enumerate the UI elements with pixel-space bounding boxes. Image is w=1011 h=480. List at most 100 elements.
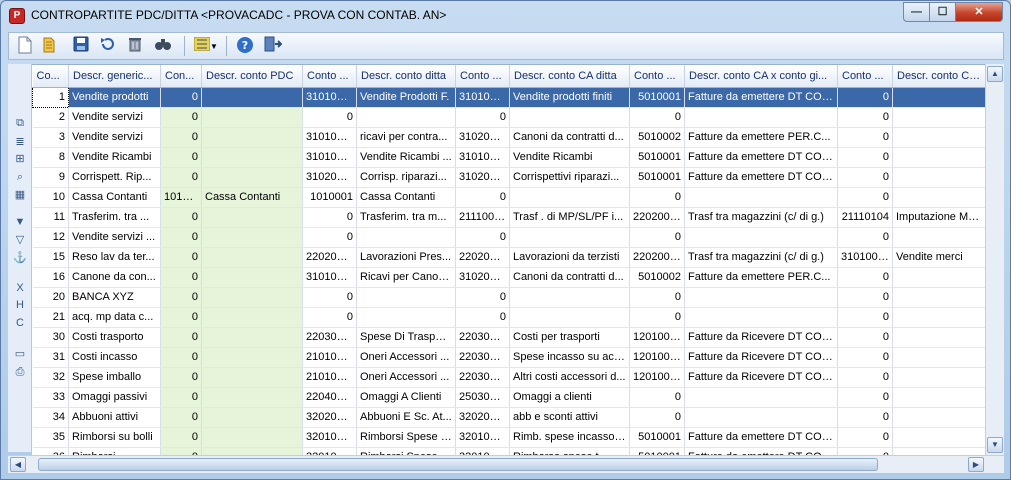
table-cell[interactable]: Trasferim. tra m... <box>356 207 456 228</box>
table-cell[interactable] <box>201 287 303 308</box>
table-cell[interactable] <box>356 287 456 308</box>
table-cell[interactable]: 31 <box>32 347 69 368</box>
close-button[interactable]: ✕ <box>956 2 1003 22</box>
exit-icon[interactable] <box>262 36 284 58</box>
table-cell[interactable]: 12010001 <box>629 347 685 368</box>
table-row[interactable]: 21 acq. mp data c... 0 0 0 0 0 <box>32 307 985 328</box>
zoom-icon[interactable]: ⌕ <box>12 170 28 184</box>
table-cell[interactable] <box>684 407 838 428</box>
undo-icon[interactable] <box>96 36 118 58</box>
table-cell[interactable]: 22030007 <box>455 367 510 388</box>
table-cell[interactable]: Trasf . di MP/SL/PF i... <box>509 207 630 228</box>
table-row[interactable]: 12 Vendite servizi ... 0 0 0 0 0 <box>32 227 985 248</box>
table-cell[interactable] <box>892 267 985 288</box>
table-cell[interactable]: 1 <box>32 86 69 108</box>
column-header[interactable]: Conto ... <box>629 65 685 88</box>
table-cell[interactable]: Trasf tra magazzini (c/ di g.) <box>684 247 838 268</box>
table-cell[interactable]: 12 <box>32 227 69 248</box>
table-cell[interactable] <box>892 227 985 248</box>
data-grid[interactable]: Co... Descr. generic... Con... Descr. conto… <box>32 64 985 455</box>
table-cell[interactable]: Spese Di Trasporto <box>356 327 456 348</box>
table-cell[interactable]: 0 <box>160 327 202 348</box>
table-cell[interactable] <box>684 107 838 128</box>
filter-clear-icon[interactable]: ▽ <box>12 233 28 247</box>
table-cell[interactable]: Rimborsi Spese T... <box>356 447 456 455</box>
table-row[interactable]: 15 Reso lav da ter... 0 22020001 Lavorazioni… <box>32 247 985 268</box>
table-cell[interactable]: Rimb. spese incasso ... <box>509 427 630 448</box>
table-cell[interactable]: 0 <box>837 87 893 108</box>
table-cell[interactable]: 12010001 <box>629 367 685 388</box>
table-cell[interactable] <box>892 327 985 348</box>
table-cell[interactable]: 31010003 <box>302 127 357 148</box>
table-cell[interactable]: 31010002 <box>837 247 893 268</box>
new-document-icon[interactable] <box>14 36 36 58</box>
table-cell[interactable]: 8 <box>32 147 69 168</box>
table-cell[interactable]: 0 <box>629 387 685 408</box>
table-cell[interactable]: Trasferim. tra ... <box>68 207 161 228</box>
table-cell[interactable]: Oneri Accessori ... <box>356 347 456 368</box>
table-cell[interactable] <box>201 427 303 448</box>
table-cell[interactable]: Vendite servizi ... <box>68 227 161 248</box>
table-cell[interactable]: Fatture da Ricevere DT COMP <box>684 347 838 368</box>
table-cell[interactable] <box>892 407 985 428</box>
table-cell[interactable]: 0 <box>629 107 685 128</box>
table-cell[interactable]: 0 <box>160 107 202 128</box>
table-cell[interactable] <box>684 287 838 308</box>
table-cell[interactable]: 0 <box>837 307 893 328</box>
table-cell[interactable]: 34 <box>32 407 69 428</box>
table-cell[interactable]: 22020082 <box>629 247 685 268</box>
table-cell[interactable]: Vendite prodotti <box>68 87 161 108</box>
table-cell[interactable]: 31010002 <box>302 147 357 168</box>
find-icon[interactable] <box>152 36 174 58</box>
table-cell[interactable]: Lavorazioni da terzisti <box>509 247 630 268</box>
table-cell[interactable]: 0 <box>160 87 202 108</box>
table-cell[interactable]: 0 <box>837 367 893 388</box>
insert-icon[interactable]: ⊞ <box>12 152 28 166</box>
table-cell[interactable]: Corrispettivi riparazi... <box>509 167 630 188</box>
table-cell[interactable]: Reso lav da ter... <box>68 247 161 268</box>
table-cell[interactable]: 0 <box>302 107 357 128</box>
table-row[interactable]: 1 Vendite prodotti 0 31010001 Vendite Prodot… <box>32 86 985 108</box>
table-cell[interactable] <box>684 307 838 328</box>
table-cell[interactable] <box>892 427 985 448</box>
table-cell[interactable]: 5010001 <box>629 147 685 168</box>
table-cell[interactable]: 31020003 <box>302 167 357 188</box>
table-cell[interactable] <box>201 267 303 288</box>
table-cell[interactable]: Cassa Contanti <box>201 187 303 208</box>
table-cell[interactable]: Fatture da Ricevere DT COMP <box>684 327 838 348</box>
table-cell[interactable]: Spese imballo <box>68 367 161 388</box>
table-cell[interactable]: Rimborso spese t... <box>509 447 630 455</box>
table-cell[interactable]: 0 <box>302 287 357 308</box>
table-cell[interactable] <box>892 287 985 308</box>
table-cell[interactable]: 0 <box>455 187 510 208</box>
table-cell[interactable]: 5010002 <box>629 267 685 288</box>
table-cell[interactable]: Canoni da contratti d... <box>509 127 630 148</box>
table-cell[interactable]: 12010001 <box>629 327 685 348</box>
table-cell[interactable] <box>201 207 303 228</box>
table-cell[interactable] <box>684 227 838 248</box>
table-cell[interactable]: Ricavi per Canon... <box>356 267 456 288</box>
table-cell[interactable] <box>892 367 985 388</box>
table-cell[interactable] <box>201 407 303 428</box>
table-cell[interactable]: Abbuoni attivi <box>68 407 161 428</box>
table-cell[interactable] <box>509 187 630 208</box>
table-cell[interactable]: 101000 <box>160 187 202 208</box>
table-cell[interactable]: 0 <box>455 307 510 328</box>
table-cell[interactable]: 0 <box>160 427 202 448</box>
table-cell[interactable] <box>892 307 985 328</box>
table-cell[interactable] <box>892 347 985 368</box>
filter-icon[interactable]: ▼ <box>12 215 28 229</box>
table-cell[interactable] <box>509 287 630 308</box>
help-icon[interactable]: ? <box>234 36 256 58</box>
column-header[interactable]: Descr. conto CA 2 <box>892 65 985 88</box>
column-header[interactable]: Conto ... <box>837 65 893 88</box>
table-cell[interactable]: Vendite merci <box>892 247 985 268</box>
table-cell[interactable]: 1010001 <box>302 187 357 208</box>
column-header[interactable]: Descr. generic... <box>68 65 161 88</box>
table-row[interactable]: 33 Omaggi passivi 0 22040003 Omaggi A Client… <box>32 387 985 408</box>
table-cell[interactable]: 0 <box>837 407 893 428</box>
scroll-right-button[interactable]: ▶ <box>968 457 984 472</box>
table-cell[interactable]: 0 <box>160 347 202 368</box>
table-cell[interactable]: 21010007 <box>302 347 357 368</box>
table-cell[interactable]: Oneri Accessori ... <box>356 367 456 388</box>
